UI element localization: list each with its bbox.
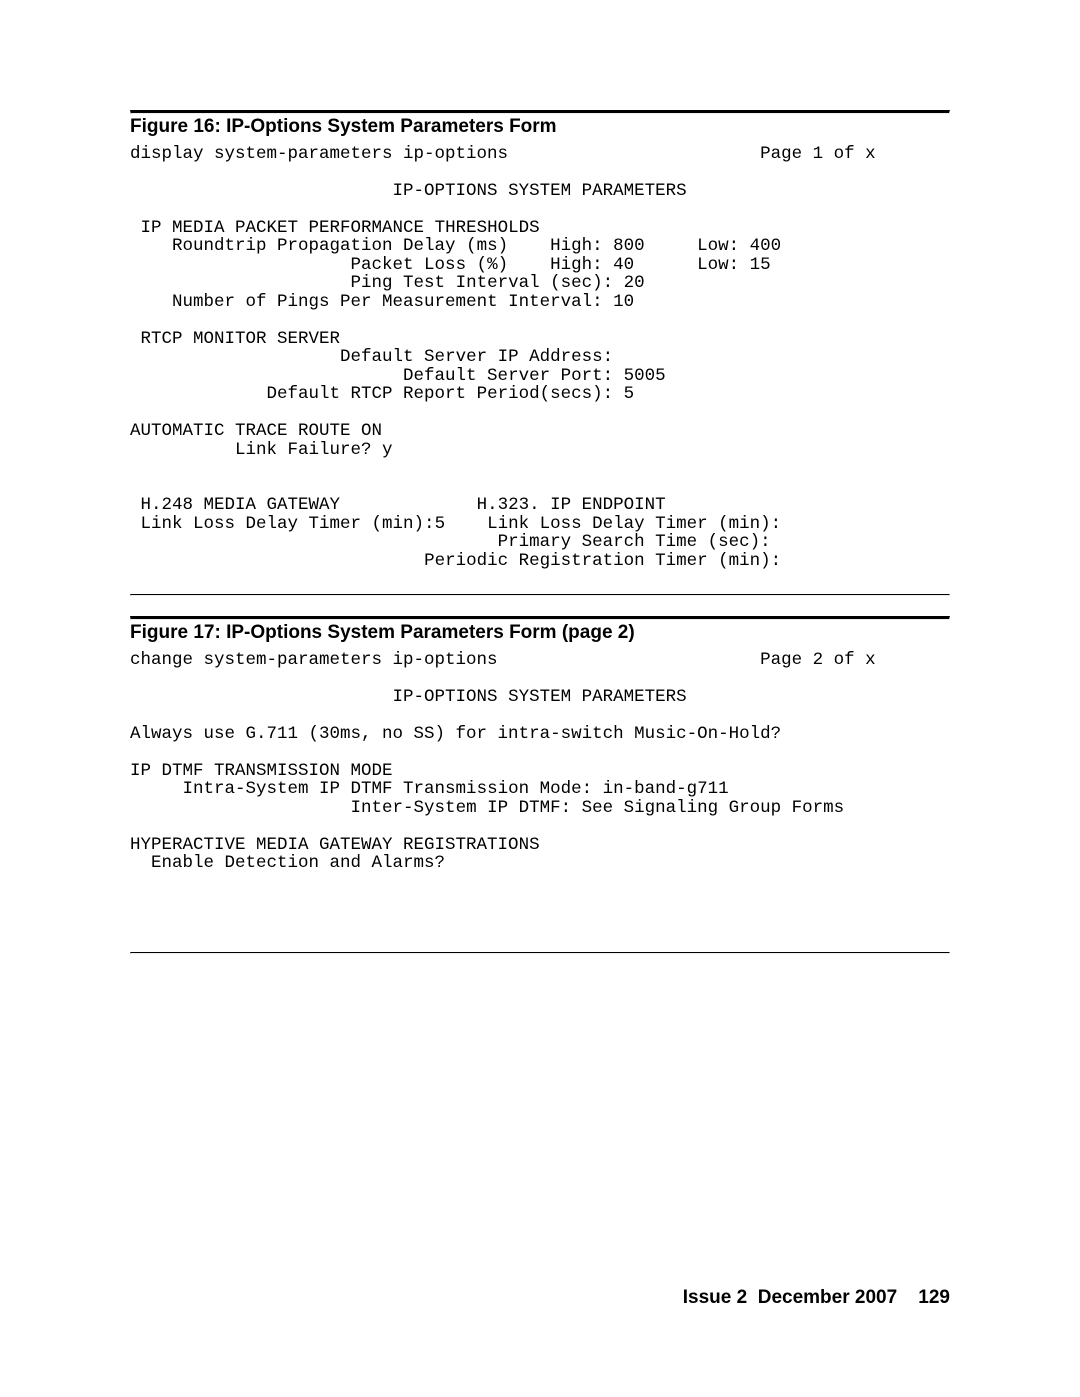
figure17-top-rule: [130, 616, 950, 620]
f16-rtcp-port: Default Server Port: 5005: [403, 366, 666, 386]
figure16-caption: Figure 16: IP-Options System Parameters …: [130, 118, 950, 137]
f16-h323-linkloss: Link Loss Delay Timer (min):: [487, 514, 781, 534]
f16-thresh-heading: IP MEDIA PACKET PERFORMANCE THRESHOLDS: [141, 218, 540, 238]
footer-issue: Issue 2: [683, 1287, 747, 1308]
f16-rtcp-heading: RTCP MONITOR SERVER: [141, 329, 341, 349]
f17-dtmf-heading: IP DTMF TRANSMISSION MODE: [130, 761, 393, 781]
f16-rtcp-ip: Default Server IP Address:: [340, 347, 613, 367]
f16-page: Page 1 of x: [760, 144, 876, 164]
f16-roundtrip-label: Roundtrip Propagation Delay (ms): [172, 236, 508, 256]
figure17-bottom-rule: [130, 952, 950, 954]
f17-hyper-heading: HYPERACTIVE MEDIA GATEWAY REGISTRATIONS: [130, 835, 540, 855]
document-page: Figure 16: IP-Options System Parameters …: [0, 0, 1080, 1397]
f16-ping-interval: Ping Test Interval (sec): 20: [351, 273, 645, 293]
f16-trace-link: Link Failure? y: [235, 440, 393, 460]
figure17-caption: Figure 17: IP-Options System Parameters …: [130, 624, 950, 643]
f16-packetloss-label: Packet Loss (%): [351, 255, 509, 275]
f16-pings-per: Number of Pings Per Measurement Interval…: [172, 292, 634, 312]
f17-cmd: change system-parameters ip-options: [130, 650, 498, 670]
f16-packetloss-low: Low: 15: [697, 255, 771, 275]
f16-roundtrip-high: High: 800: [550, 236, 645, 256]
spacer: [130, 596, 950, 616]
f17-hyper-enable: Enable Detection and Alarms?: [151, 853, 445, 873]
f16-h248-heading: H.248 MEDIA GATEWAY: [141, 495, 341, 515]
f16-title: IP-OPTIONS SYSTEM PARAMETERS: [393, 181, 687, 201]
f17-dtmf-inter: Inter-System IP DTMF: See Signaling Grou…: [351, 798, 845, 818]
f16-cmd: display system-parameters ip-options: [130, 144, 508, 164]
f16-roundtrip-low: Low: 400: [697, 236, 781, 256]
f16-h323-periodic: Periodic Registration Timer (min):: [424, 551, 781, 571]
f17-moh: Always use G.711 (30ms, no SS) for intra…: [130, 724, 781, 744]
figure16-top-rule: [130, 110, 950, 114]
f16-h323-primary: Primary Search Time (sec):: [498, 532, 771, 552]
footer-date: December 2007: [758, 1287, 897, 1308]
f16-h248-linkloss: Link Loss Delay Timer (min):5: [141, 514, 446, 534]
figure16-terminal: display system-parameters ip-options Pag…: [130, 145, 950, 571]
figure17-terminal: change system-parameters ip-options Page…: [130, 651, 950, 929]
f16-rtcp-period: Default RTCP Report Period(secs): 5: [267, 384, 635, 404]
f16-packetloss-high: High: 40: [550, 255, 634, 275]
page-footer: Issue 2 December 2007 129: [683, 1289, 950, 1308]
f16-h323-heading: H.323. IP ENDPOINT: [477, 495, 666, 515]
footer-page: 129: [918, 1287, 950, 1308]
f17-page: Page 2 of x: [760, 650, 876, 670]
f17-title: IP-OPTIONS SYSTEM PARAMETERS: [393, 687, 687, 707]
f17-dtmf-intra: Intra-System IP DTMF Transmission Mode: …: [183, 779, 729, 799]
f16-trace-heading: AUTOMATIC TRACE ROUTE ON: [130, 421, 382, 441]
